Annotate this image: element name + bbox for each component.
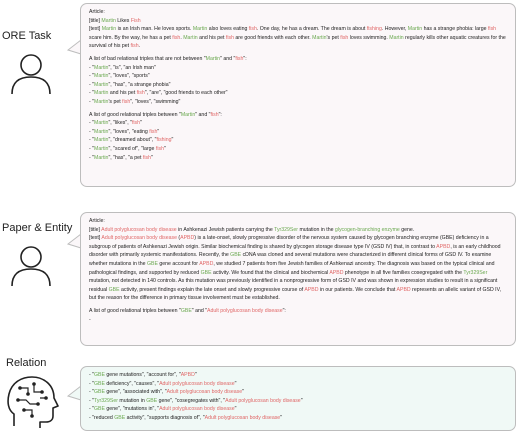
good-triples-intro: A list of good relational triples betwee… — [89, 307, 286, 314]
list-item: - "GBE deficiency", "causes", "Adult pol… — [89, 380, 237, 387]
ore-task-bubble: Article: [title] Martin Likes Fish [text… — [80, 3, 516, 187]
list-item: - "Martin", "dreamed about", "fishing" — [89, 137, 174, 144]
list-item: - "GBE gene mutations", "account for", "… — [89, 372, 197, 378]
article-heading: Article: — [89, 218, 105, 224]
head-circuit-icon — [7, 376, 59, 428]
article-text: [text] Adult polyglucosan body disease (… — [89, 235, 502, 302]
list-item: - "Martin", "loves", "eating fish" — [89, 128, 160, 135]
list-item: - "reduced GBE activity", "supports diag… — [89, 414, 283, 421]
list-item: - "Martin", "has", "a strange phobia" — [89, 81, 171, 88]
article-text: [text] Martin is an Irish man. He loves … — [89, 26, 506, 50]
good-triples-intro: A list of good relational triples betwee… — [89, 111, 222, 118]
list-item: - "GBE gene", "mutations in", "Adult pol… — [89, 406, 237, 413]
relation-bubble: - "GBE gene mutations", "account for", "… — [80, 366, 516, 431]
list-item: - "Tyr329Ser mutation in GBE gene", "cos… — [89, 397, 303, 404]
article-heading: Article: — [89, 9, 105, 15]
empty-list-marker: - — [89, 316, 91, 323]
relation-triples-list: - "GBE gene mutations", "account for", "… — [89, 371, 507, 423]
paper-entity-bubble: Article: [title] Adult polyglucosan body… — [80, 212, 516, 346]
list-item: - "Martin", "loves", "sports" — [89, 73, 150, 80]
list-item: - "Martin and his pet fish", "are", "goo… — [89, 90, 228, 97]
list-item: - "Martin's pet fish", "loves", "swimmin… — [89, 98, 181, 105]
article-title: [title] Adult polyglucosan body disease … — [89, 226, 415, 233]
list-item: - "Martin", "likes", "fish" — [89, 120, 142, 127]
relation-label: Relation — [6, 357, 47, 369]
list-item: - "Martin", "has", "a pet fish" — [89, 154, 153, 161]
paper-entity-label: Paper & Entity — [2, 222, 73, 234]
person-icon — [11, 246, 51, 287]
person-icon — [11, 54, 51, 95]
good-triples-list: - "Martin", "likes", "fish" - "Martin", … — [89, 119, 507, 162]
bad-triples-list: - "Martin", "is", "an Irish man" - "Mart… — [89, 64, 507, 107]
ore-task-label: ORE Task — [2, 30, 52, 42]
article-title: [title] Martin Likes Fish — [89, 17, 141, 24]
list-item: - "Martin", "is", "an Irish man" — [89, 64, 156, 71]
bad-triples-intro: A list of bad relational triples that ar… — [89, 55, 247, 62]
list-item: - "GBE gene", "associated with", "Adult … — [89, 389, 244, 396]
list-item: - "Martin", "scared of", "large fish" — [89, 145, 166, 152]
